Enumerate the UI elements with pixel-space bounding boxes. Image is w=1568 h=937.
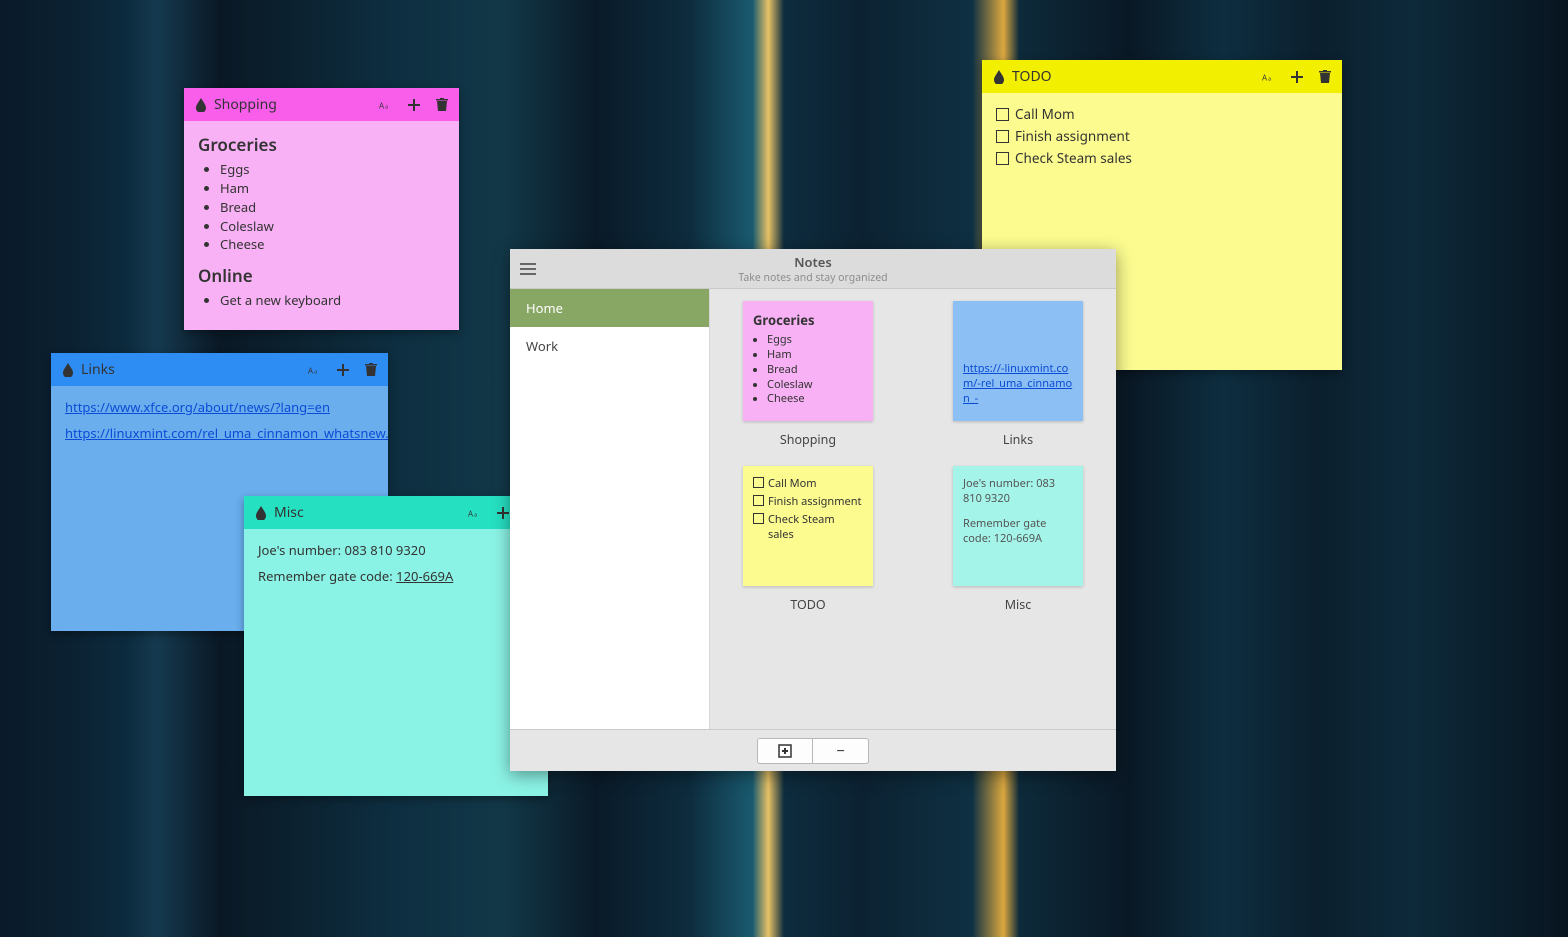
todo-label: Check Steam sales bbox=[768, 512, 863, 542]
list-item: Eggs bbox=[220, 160, 445, 179]
thumb-label: Misc bbox=[943, 596, 1093, 613]
link[interactable]: https://linuxmint.com/rel_uma_cinnamon_w… bbox=[65, 424, 374, 442]
drop-icon bbox=[254, 506, 268, 520]
checkbox-icon[interactable] bbox=[996, 108, 1009, 121]
sticky-titlebar[interactable]: TODO Aa bbox=[982, 60, 1342, 93]
todo-label: Check Steam sales bbox=[1015, 149, 1132, 167]
manager-sidebar: Home Work bbox=[510, 289, 710, 729]
thumb-cell-shopping: Groceries Eggs Ham Bread Coleslaw Cheese… bbox=[733, 301, 883, 448]
manager-grid: Groceries Eggs Ham Bread Coleslaw Cheese… bbox=[710, 289, 1116, 729]
notes-manager-window[interactable]: Notes Take notes and stay organized Home… bbox=[510, 249, 1116, 771]
plus-icon[interactable] bbox=[496, 506, 510, 520]
svg-text:A: A bbox=[468, 509, 474, 519]
sticky-body[interactable]: Joe's number: 083 810 9320 Remember gate… bbox=[244, 529, 548, 796]
list-item: Eggs bbox=[767, 333, 863, 348]
sticky-titlebar[interactable]: Shopping Aa bbox=[184, 88, 459, 121]
todo-item[interactable]: Check Steam sales bbox=[996, 149, 1328, 167]
trash-icon[interactable] bbox=[1318, 70, 1332, 84]
todo-label: Finish assignment bbox=[1015, 127, 1130, 145]
app-subtitle: Take notes and stay organized bbox=[538, 271, 1088, 285]
thumb-cell-misc: Joe's number: 083 810 9320 Remember gate… bbox=[943, 466, 1093, 613]
note-thumbnail[interactable]: https://-linuxmint.com/-rel_uma_cinnamon… bbox=[953, 301, 1083, 421]
text-line: Joe's number: 083 810 9320 bbox=[963, 476, 1073, 506]
text-line: Joe's number: 083 810 9320 bbox=[258, 541, 534, 559]
text-line: Remember gate code: 120-669A bbox=[258, 567, 534, 585]
sticky-title: Shopping bbox=[214, 95, 379, 114]
link[interactable]: https://www.xfce.org/about/news/?lang=en bbox=[65, 398, 374, 416]
sidebar-item-home[interactable]: Home bbox=[510, 289, 709, 327]
todo-label: Call Mom bbox=[1015, 105, 1075, 123]
trash-icon[interactable] bbox=[364, 363, 378, 377]
svg-text:a: a bbox=[314, 367, 317, 375]
plus-icon[interactable] bbox=[1290, 70, 1304, 84]
plus-icon[interactable] bbox=[336, 363, 350, 377]
font-icon[interactable]: Aa bbox=[379, 98, 393, 112]
note-thumbnail[interactable]: Call Mom Finish assignment Check Steam s… bbox=[743, 466, 873, 586]
thumb-cell-links: https://-linuxmint.com/-rel_uma_cinnamon… bbox=[943, 301, 1093, 448]
drop-icon bbox=[992, 70, 1006, 84]
checkbox-icon[interactable] bbox=[996, 152, 1009, 165]
note-thumbnail[interactable]: Groceries Eggs Ham Bread Coleslaw Cheese bbox=[743, 301, 873, 421]
list-item: Bread bbox=[767, 363, 863, 378]
svg-text:A: A bbox=[308, 366, 314, 376]
sticky-titlebar[interactable]: Misc Aa bbox=[244, 496, 548, 529]
drop-icon bbox=[61, 363, 75, 377]
checkbox-icon[interactable] bbox=[996, 130, 1009, 143]
thumb-cell-todo: Call Mom Finish assignment Check Steam s… bbox=[733, 466, 883, 613]
link[interactable]: https://-linuxmint.com/-rel_uma_cinnamon… bbox=[963, 361, 1072, 406]
manager-footer: − bbox=[510, 729, 1116, 771]
svg-text:a: a bbox=[385, 102, 388, 110]
font-icon[interactable]: Aa bbox=[308, 363, 322, 377]
list-item: Coleslaw bbox=[220, 217, 445, 236]
header-title-group: Notes Take notes and stay organized bbox=[538, 253, 1088, 285]
hamburger-icon[interactable] bbox=[520, 263, 538, 275]
trash-icon[interactable] bbox=[435, 98, 449, 112]
bullet-list: Get a new keyboard bbox=[198, 291, 445, 310]
note-thumbnail[interactable]: Joe's number: 083 810 9320 Remember gate… bbox=[953, 466, 1083, 586]
bullet-list: Eggs Ham Bread Coleslaw Cheese bbox=[198, 160, 445, 254]
todo-label: Finish assignment bbox=[768, 494, 861, 509]
app-title: Notes bbox=[538, 253, 1088, 271]
plus-icon[interactable] bbox=[407, 98, 421, 112]
todo-item[interactable]: Call Mom bbox=[996, 105, 1328, 123]
font-icon[interactable]: Aa bbox=[468, 506, 482, 520]
thumb-heading: Groceries bbox=[753, 311, 863, 329]
svg-text:A: A bbox=[1262, 73, 1268, 83]
list-item: Ham bbox=[767, 348, 863, 363]
sidebar-item-work[interactable]: Work bbox=[510, 327, 709, 365]
text-line: Remember gate code: 120-669A bbox=[963, 516, 1073, 546]
checkbox-icon bbox=[753, 513, 764, 524]
remove-note-button[interactable]: − bbox=[813, 738, 869, 764]
list-item: Ham bbox=[220, 179, 445, 198]
section-heading: Online bbox=[198, 264, 445, 287]
thumb-label: TODO bbox=[733, 596, 883, 613]
thumb-label: Links bbox=[943, 431, 1093, 448]
checkbox-icon bbox=[753, 495, 764, 506]
list-item: Bread bbox=[220, 198, 445, 217]
list-item: Cheese bbox=[220, 235, 445, 254]
svg-text:a: a bbox=[1268, 74, 1271, 82]
font-icon[interactable]: Aa bbox=[1262, 70, 1276, 84]
manager-header[interactable]: Notes Take notes and stay organized bbox=[510, 249, 1116, 289]
sticky-note-shopping[interactable]: Shopping Aa Groceries Eggs Ham Bread Col… bbox=[184, 88, 459, 330]
section-heading: Groceries bbox=[198, 133, 445, 156]
thumb-label: Shopping bbox=[733, 431, 883, 448]
sticky-note-misc[interactable]: Misc Aa Joe's number: 083 810 9320 Remem… bbox=[244, 496, 548, 796]
todo-label: Call Mom bbox=[768, 476, 817, 491]
drop-icon bbox=[194, 98, 208, 112]
sticky-title: TODO bbox=[1012, 67, 1262, 86]
svg-text:a: a bbox=[474, 510, 477, 518]
underlined-text: 120-669A bbox=[396, 567, 453, 585]
sticky-titlebar[interactable]: Links Aa bbox=[51, 353, 388, 386]
list-item: Get a new keyboard bbox=[220, 291, 445, 310]
list-item: Cheese bbox=[767, 392, 863, 407]
todo-item[interactable]: Finish assignment bbox=[996, 127, 1328, 145]
checkbox-icon bbox=[753, 477, 764, 488]
svg-text:A: A bbox=[379, 101, 385, 111]
add-note-button[interactable] bbox=[757, 738, 813, 764]
sticky-title: Links bbox=[81, 360, 308, 379]
sticky-title: Misc bbox=[274, 503, 468, 522]
sticky-body[interactable]: Groceries Eggs Ham Bread Coleslaw Cheese… bbox=[184, 121, 459, 330]
list-item: Coleslaw bbox=[767, 378, 863, 393]
